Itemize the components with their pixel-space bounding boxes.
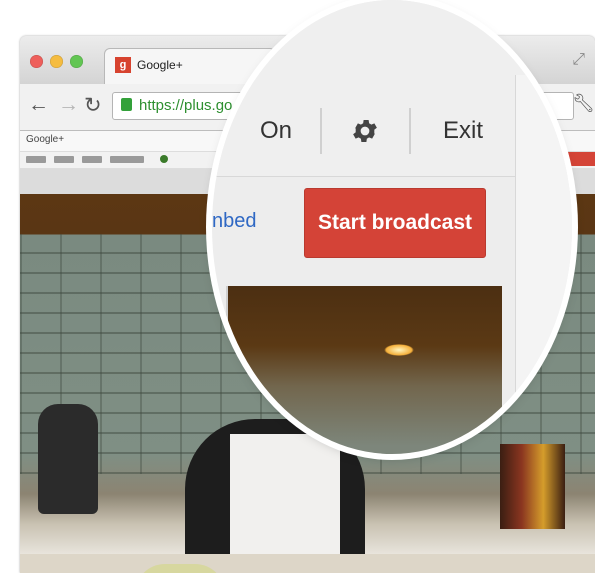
close-window-button[interactable] <box>30 55 43 68</box>
status-dot-icon <box>160 155 168 163</box>
fullscreen-icon[interactable]: ⤢ <box>572 51 585 69</box>
strip-control[interactable] <box>54 156 74 163</box>
divider <box>320 108 322 154</box>
lock-icon <box>121 98 132 111</box>
exit-button[interactable]: Exit <box>443 117 483 145</box>
minimize-window-button[interactable] <box>50 55 63 68</box>
magnified-video-frame <box>226 286 502 454</box>
ceiling-light <box>384 344 414 356</box>
start-broadcast-button[interactable]: Start broadcast <box>304 188 486 258</box>
kitchen-counter <box>20 554 595 573</box>
strip-control[interactable] <box>110 156 144 163</box>
tab-title: Google+ <box>137 58 183 72</box>
zoom-window-button[interactable] <box>70 55 83 68</box>
back-icon[interactable]: ← <box>28 93 49 117</box>
magnified-side-panel <box>515 75 572 450</box>
bottles <box>500 444 565 529</box>
magnifier-callout: On Exit nbed Start broadcast <box>212 0 572 454</box>
apron <box>230 434 340 573</box>
embed-link[interactable]: nbed <box>212 210 257 233</box>
divider <box>409 108 411 154</box>
forward-icon[interactable]: → <box>58 93 79 117</box>
reload-icon[interactable]: ↻ <box>84 93 102 118</box>
google-plus-logo[interactable]: Google+ <box>26 134 64 145</box>
wrench-icon[interactable]: 🔧︎ <box>572 93 595 114</box>
strip-control[interactable] <box>82 156 102 163</box>
settings-gear-icon[interactable] <box>346 112 384 150</box>
stand-mixer <box>38 404 98 514</box>
strip-control[interactable] <box>26 156 46 163</box>
google-plus-favicon-icon: g <box>115 57 131 73</box>
on-toggle-label[interactable]: On <box>260 117 292 145</box>
